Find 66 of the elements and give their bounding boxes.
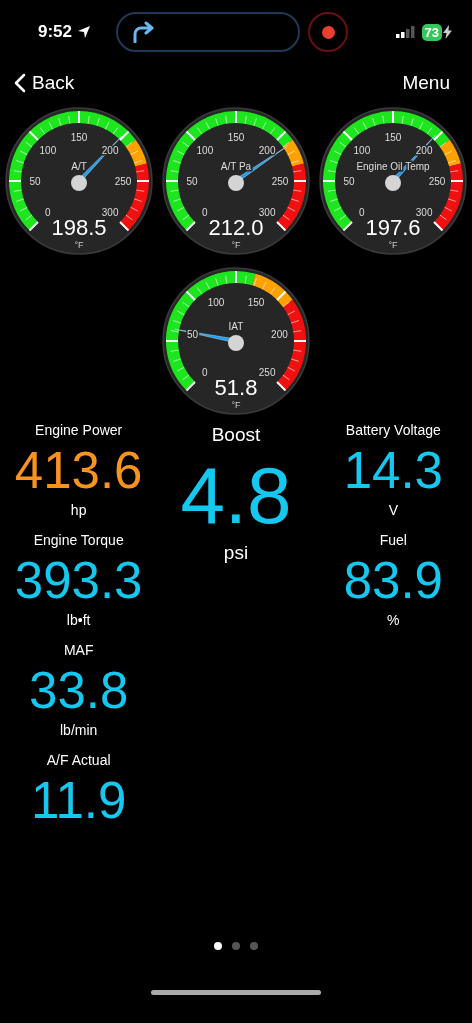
- location-arrow-icon: [77, 25, 92, 39]
- metric-label: Battery Voltage: [345, 422, 441, 440]
- chevron-left-icon: [14, 73, 26, 93]
- metric-unit: V: [388, 502, 398, 520]
- metric-unit: lb•ft: [66, 612, 91, 630]
- metric-label: A/F Actual: [46, 752, 111, 770]
- gauge-unit: °F: [74, 240, 84, 250]
- menu-button[interactable]: Menu: [402, 72, 450, 94]
- metric-value: 413.6: [14, 441, 143, 501]
- back-button[interactable]: Back: [14, 72, 75, 94]
- tick-label: 100: [353, 144, 371, 156]
- gauge-unit: °F: [231, 400, 241, 410]
- signal-icon: [395, 26, 416, 38]
- gauge-reading: 51.8: [214, 375, 258, 400]
- metric-value: 14.3: [343, 441, 443, 501]
- battery-level: 73: [421, 23, 442, 41]
- tick-label: 100: [196, 144, 214, 156]
- tick-label: 0: [202, 207, 208, 219]
- metric-unit: hp: [70, 502, 87, 520]
- metric-value: 393.3: [14, 551, 143, 611]
- metric-label: Engine Torque: [33, 532, 124, 550]
- metric-unit: psi: [223, 542, 249, 562]
- gauge-unit: °F: [388, 240, 398, 250]
- page-dot[interactable]: [232, 942, 240, 950]
- metric-unit: %: [387, 612, 400, 630]
- tick-label: 250: [271, 176, 289, 187]
- tick-label: 150: [227, 132, 245, 143]
- metric-value: 11.9: [30, 771, 127, 831]
- metric-value: 4.8: [180, 450, 292, 542]
- tick-label: 100: [207, 296, 225, 308]
- page-dot[interactable]: [214, 942, 222, 950]
- tick-label: 250: [114, 176, 132, 187]
- tick-label: 50: [343, 176, 355, 187]
- tick-label: 0: [359, 207, 365, 219]
- metric-label: Fuel: [379, 532, 407, 550]
- gauge-label: A/T Pa: [220, 161, 252, 172]
- tick-label: 150: [247, 296, 265, 308]
- metric-unit: lb/min: [60, 722, 98, 740]
- metric-value: 33.8: [29, 661, 129, 721]
- needle-hub: [228, 335, 244, 351]
- record-dot-icon: [321, 25, 335, 39]
- navigation-pill[interactable]: [116, 12, 301, 52]
- gauge-label: IAT: [228, 321, 244, 332]
- gauge-label: A/T: [71, 161, 87, 172]
- tick-label: 0: [45, 207, 51, 219]
- needle-hub: [71, 175, 87, 191]
- metric-label: Boost: [211, 424, 261, 447]
- tick-label: 50: [186, 176, 198, 187]
- tick-label: 250: [258, 367, 276, 379]
- tick-label: 0: [202, 367, 208, 379]
- tick-label: 50: [29, 176, 41, 187]
- tick-label: 150: [384, 132, 402, 143]
- metric-value: 83.9: [343, 551, 443, 611]
- needle-hub: [228, 175, 244, 191]
- page-dot[interactable]: [250, 942, 258, 950]
- metric-label: Engine Power: [35, 422, 123, 440]
- clock-time: 9:52: [38, 22, 73, 42]
- recording-indicator[interactable]: [308, 12, 349, 52]
- needle-hub: [385, 175, 401, 191]
- tick-label: 150: [70, 132, 88, 143]
- tick-label: 200: [258, 144, 276, 156]
- tick-label: 100: [39, 144, 57, 156]
- tick-label: 200: [271, 329, 288, 341]
- gauge-unit: °F: [231, 240, 241, 250]
- tick-label: 250: [428, 176, 446, 187]
- metric-label: MAF: [63, 642, 94, 660]
